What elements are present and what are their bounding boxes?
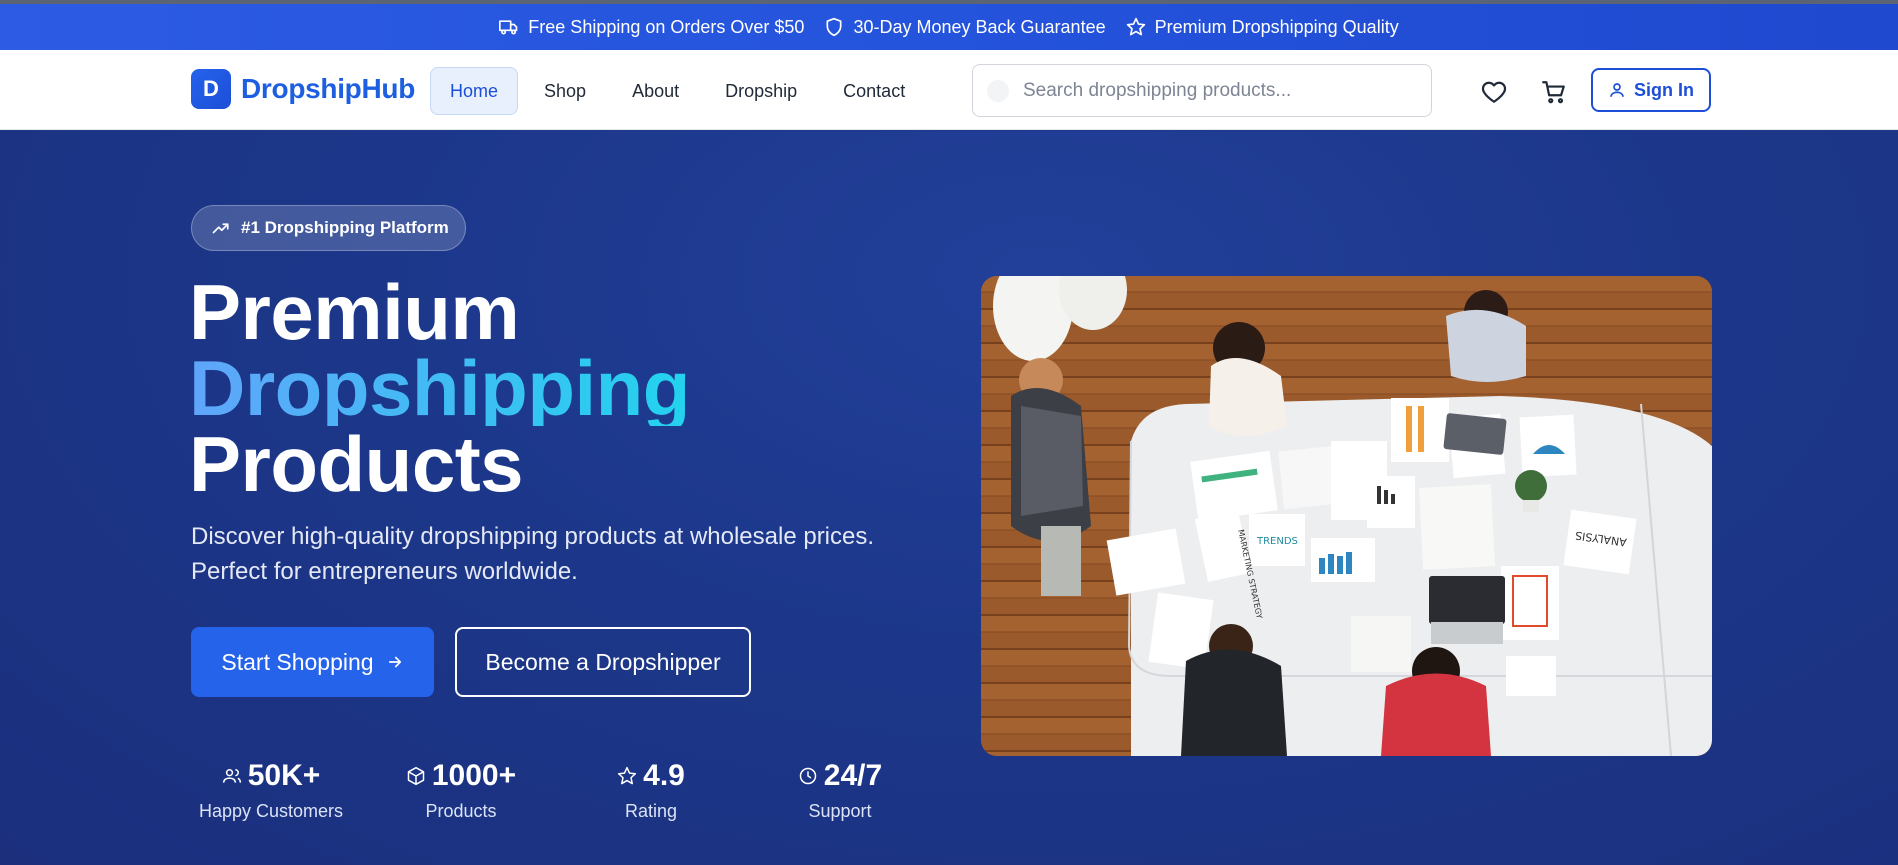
- trending-up-icon: [212, 223, 229, 234]
- nav-about[interactable]: About: [612, 67, 699, 115]
- user-icon: [1610, 83, 1624, 97]
- start-shopping-label: Start Shopping: [221, 648, 374, 675]
- stat-value: 24/7: [823, 759, 883, 792]
- shield-icon: [826, 17, 842, 37]
- promo-text: 30-Day Money Back Guarantee: [853, 16, 1106, 37]
- search-icon: [987, 79, 1009, 102]
- hero-section: #1 Dropshipping Platform Premium Dropshi…: [0, 131, 1898, 865]
- stat-label: Happy Customers: [198, 801, 344, 821]
- team-meeting-illustration: ANALYSIS TRENDS MARKETING STRATEGY: [981, 276, 1712, 756]
- stat-support: 24/7 Support: [760, 759, 920, 822]
- promo-text: Free Shipping on Orders Over $50: [528, 16, 805, 37]
- promo-text: Premium Dropshipping Quality: [1154, 16, 1399, 37]
- arrow-right-icon: [388, 656, 401, 668]
- truck-icon: [499, 20, 518, 35]
- primary-nav: Home Shop About Dropship Contact: [430, 67, 925, 115]
- nav-home[interactable]: Home: [430, 67, 519, 115]
- hero-description-line2: Perfect for entrepreneurs worldwide.: [191, 558, 578, 585]
- brand-logo[interactable]: D DropshipHub: [191, 69, 415, 109]
- sign-in-button[interactable]: Sign In: [1591, 68, 1711, 112]
- cart-icon[interactable]: [1541, 79, 1567, 105]
- promo-item-guarantee: 30-Day Money Back Guarantee: [824, 16, 1106, 38]
- stat-label: Support: [808, 801, 872, 821]
- hero-title: Premium Dropshipping Products: [189, 268, 690, 508]
- start-shopping-button[interactable]: Start Shopping: [191, 627, 434, 697]
- logo-mark: D: [191, 69, 231, 109]
- hero-title-line2: Dropshipping: [189, 344, 690, 432]
- nav-contact[interactable]: Contact: [823, 67, 925, 115]
- hero-description-line1: Discover high-quality dropshipping produ…: [191, 523, 875, 550]
- star-icon: [1126, 17, 1145, 36]
- clock-icon: [799, 767, 817, 785]
- platform-badge: #1 Dropshipping Platform: [191, 205, 466, 251]
- stat-value: 50K+: [247, 759, 321, 792]
- stat-label: Rating: [624, 801, 678, 821]
- hero-image: ANALYSIS TRENDS MARKETING STRATEGY: [981, 276, 1712, 756]
- promo-item-quality: Premium Dropshipping Quality: [1126, 17, 1399, 38]
- nav-shop[interactable]: Shop: [524, 67, 606, 115]
- hero-description: Discover high-quality dropshipping produ…: [191, 519, 931, 589]
- stat-products: 1000+ Products: [381, 759, 541, 822]
- star-icon: [618, 766, 637, 785]
- users-icon: [222, 769, 241, 783]
- stat-value: 1000+: [431, 759, 517, 792]
- main-header: D DropshipHub Home Shop About Dropship C…: [0, 50, 1898, 130]
- badge-text: #1 Dropshipping Platform: [241, 218, 449, 237]
- brand-name: DropshipHub: [241, 73, 416, 104]
- hero-title-line3: Products: [189, 420, 524, 508]
- become-dropshipper-button[interactable]: Become a Dropshipper: [455, 627, 751, 697]
- stat-rating: 4.9 Rating: [571, 759, 731, 822]
- nav-dropship[interactable]: Dropship: [705, 67, 817, 115]
- promo-item-shipping: Free Shipping on Orders Over $50: [499, 17, 804, 38]
- stat-value: 4.9: [643, 759, 685, 792]
- hero-title-line1: Premium: [189, 268, 520, 356]
- trends-label: TRENDS: [1256, 536, 1298, 547]
- sign-in-label: Sign In: [1634, 79, 1694, 100]
- box-icon: [407, 766, 425, 786]
- stat-label: Products: [425, 801, 497, 821]
- search-input[interactable]: [1023, 79, 1403, 102]
- heart-icon[interactable]: [1481, 79, 1507, 105]
- promo-bar: Free Shipping on Orders Over $50 30-Day …: [0, 4, 1898, 50]
- stat-customers: 50K+ Happy Customers: [191, 759, 351, 822]
- search-box[interactable]: [972, 64, 1432, 117]
